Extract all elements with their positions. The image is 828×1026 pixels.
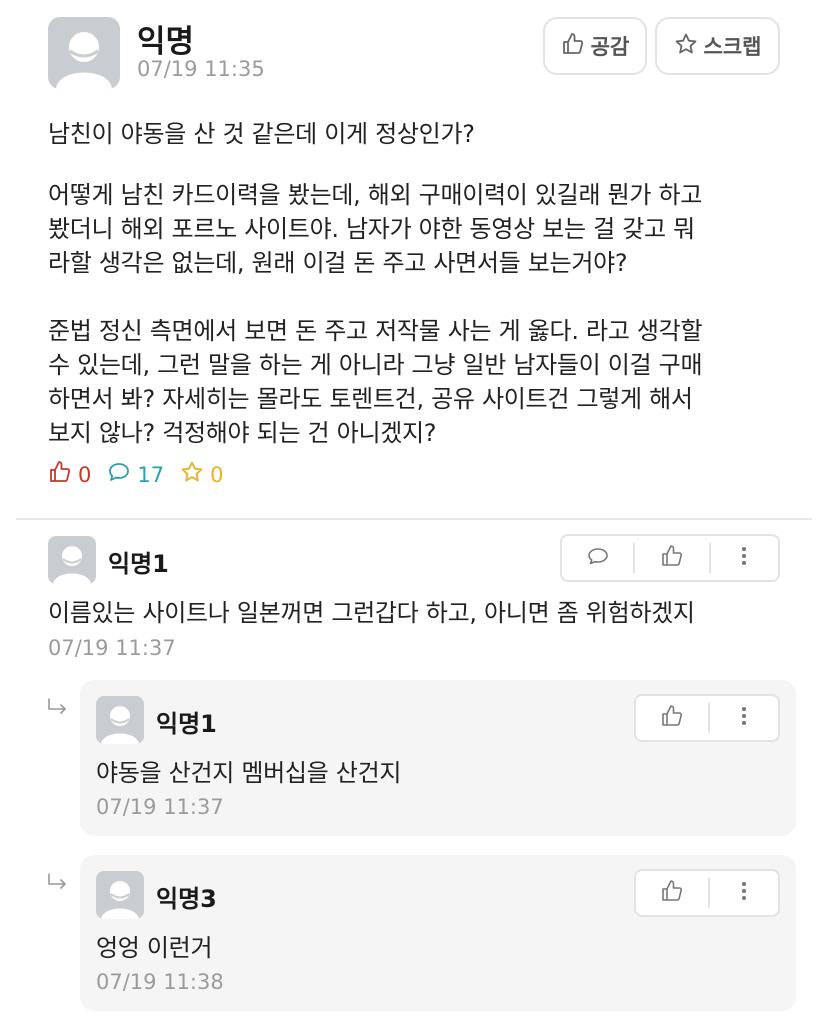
reply-text: 엉엉 이런거 xyxy=(96,934,213,962)
reply-like-button[interactable] xyxy=(636,696,708,740)
star-icon xyxy=(674,32,698,61)
post-stats: 0 17 0 xyxy=(48,460,223,489)
more-button[interactable] xyxy=(710,696,778,740)
reply-button[interactable] xyxy=(562,536,633,580)
comment-actions xyxy=(560,534,780,582)
thumbs-up-icon xyxy=(660,704,684,732)
comment-count-value: 17 xyxy=(137,462,165,487)
post-body: 어떻게 남친 카드이력을 봤는데, 해외 구매이력이 있길래 뭔가 하고 봤더니… xyxy=(48,178,788,484)
avatar xyxy=(48,536,96,584)
like-button-label: 공감 xyxy=(590,35,630,59)
post-line: 하면서 봐? 자세히는 몰라도 토렌트건, 공유 사이트건 그렇게 해서 xyxy=(48,385,693,413)
reply-actions xyxy=(634,869,780,917)
reply-author: 익명1 xyxy=(156,710,217,738)
comment-time: 07/19 11:37 xyxy=(48,636,176,660)
thumbs-up-icon xyxy=(660,544,684,572)
post-line: 어떻게 남친 카드이력을 봤는데, 해외 구매이력이 있길래 뭔가 하고 xyxy=(48,181,703,209)
more-vertical-icon xyxy=(732,879,756,907)
comment-count: 17 xyxy=(107,460,164,489)
reply-arrow-icon xyxy=(46,871,70,895)
avatar xyxy=(96,696,144,744)
reply: 익명1 야동을 산건지 멤버십을 산건지 07/19 11:37 xyxy=(80,680,796,836)
reply: 익명3 엉엉 이런거 07/19 11:38 xyxy=(80,855,796,1011)
comment-text: 이름있는 사이트나 일본꺼면 그런갑다 하고, 아니면 좀 위험하겠지 xyxy=(48,599,695,627)
post-paragraph: 어떻게 남친 카드이력을 봤는데, 해외 구매이력이 있길래 뭔가 하고 봤더니… xyxy=(48,178,788,280)
post-line: 보지 않나? 걱정해야 되는 건 아니겠지? xyxy=(48,419,437,447)
post-line: 라할 생각은 없는데, 원래 이걸 돈 주고 사면서들 보는거야? xyxy=(48,249,628,277)
post-title: 남친이 야동을 산 것 같은데 이게 정상인가? xyxy=(48,120,475,148)
reply-time: 07/19 11:37 xyxy=(96,795,224,819)
post-line: 봤더니 해외 포르노 사이트야. 남자가 야한 동영상 보는 걸 갖고 뭐 xyxy=(48,215,695,243)
speech-bubble-icon xyxy=(586,544,610,572)
post-time: 07/19 11:35 xyxy=(137,57,265,81)
like-count-value: 0 xyxy=(78,462,92,487)
post-line: 수 있는데, 그런 말을 하는 게 아니라 그냥 일반 남자들이 이걸 구매 xyxy=(48,351,703,379)
scrap-button-label: 스크랩 xyxy=(703,35,762,59)
post-author: 익명 xyxy=(137,24,195,60)
comment-like-button[interactable] xyxy=(635,536,708,580)
avatar xyxy=(48,17,120,89)
scrap-button[interactable]: 스크랩 xyxy=(655,17,780,75)
reply-text: 야동을 산건지 멤버십을 산건지 xyxy=(96,759,402,787)
more-button[interactable] xyxy=(710,871,778,915)
post: 익명 07/19 11:35 공감 스크랩 남친이 야동을 산 것 같은데 이게… xyxy=(0,0,828,520)
more-vertical-icon xyxy=(732,544,756,572)
comment-author: 익명1 xyxy=(108,550,169,578)
like-count: 0 xyxy=(48,460,91,489)
more-button[interactable] xyxy=(711,536,778,580)
star-icon xyxy=(180,460,204,489)
comment: 익명1 이름있는 사이트나 일본꺼면 그런갑다 하고, 아니면 좀 위험하겠지 … xyxy=(0,534,828,666)
post-line: 준법 정신 측면에서 보면 돈 주고 저작물 사는 게 옳다. 라고 생각할 xyxy=(48,317,703,345)
more-vertical-icon xyxy=(732,704,756,732)
reply-actions xyxy=(634,694,780,742)
scrap-count-value: 0 xyxy=(210,462,224,487)
post-paragraph: 준법 정신 측면에서 보면 돈 주고 저작물 사는 게 옳다. 라고 생각할 수… xyxy=(48,314,788,450)
divider xyxy=(16,518,812,520)
reply-arrow-icon xyxy=(46,696,70,720)
avatar xyxy=(96,871,144,919)
reply-like-button[interactable] xyxy=(636,871,708,915)
thumbs-up-icon xyxy=(561,32,585,61)
thumbs-up-icon xyxy=(48,460,72,489)
thumbs-up-icon xyxy=(660,879,684,907)
reply-author: 익명3 xyxy=(156,885,217,913)
reply-time: 07/19 11:38 xyxy=(96,970,224,994)
like-button[interactable]: 공감 xyxy=(543,17,647,75)
scrap-count: 0 xyxy=(180,460,223,489)
speech-bubble-icon xyxy=(107,460,131,489)
